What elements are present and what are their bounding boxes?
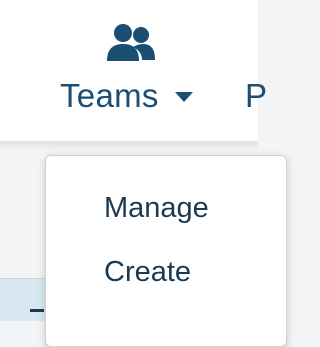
teams-label: Teams [60,77,159,114]
teams-label-row: Teams [60,76,193,116]
next-nav-item[interactable]: P [245,76,267,116]
partial-table-text [30,309,44,323]
navigation-shadow [0,141,258,151]
teams-nav-menu[interactable]: Teams [60,18,205,118]
menu-item-create[interactable]: Create [104,254,191,290]
caret-down-icon [174,92,193,102]
menu-item-manage[interactable]: Manage [104,190,209,226]
teams-dropdown-menu: Manage Create [45,155,287,347]
people-icon [107,24,155,61]
